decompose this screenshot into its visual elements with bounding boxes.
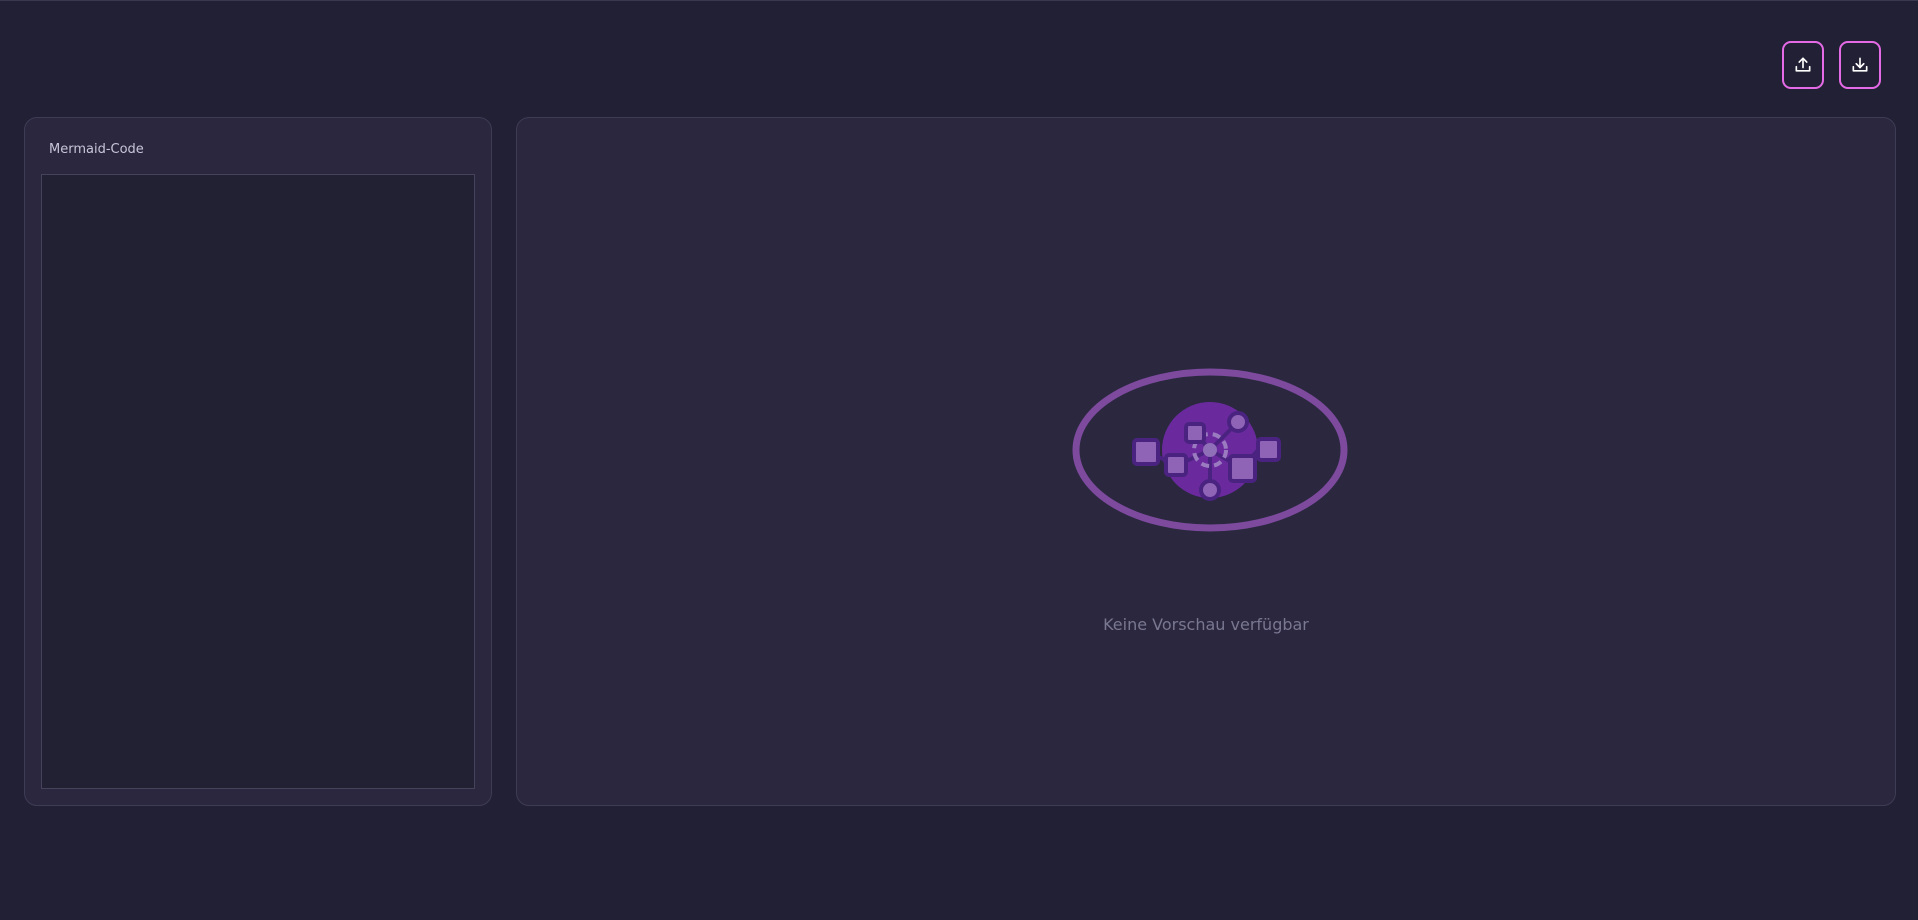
code-panel-title: Mermaid-Code bbox=[49, 142, 144, 157]
upload-icon bbox=[1795, 57, 1811, 72]
download-icon bbox=[1852, 57, 1868, 72]
window-top-border bbox=[0, 0, 1918, 1]
upload-button[interactable] bbox=[1782, 41, 1824, 89]
empty-preview-message: Keine Vorschau verfügbar bbox=[1103, 615, 1309, 634]
preview-panel: Keine Vorschau verfügbar bbox=[516, 117, 1896, 806]
empty-preview-state: Keine Vorschau verfügbar bbox=[517, 118, 1895, 805]
mermaid-code-editor[interactable] bbox=[41, 174, 475, 789]
code-panel: Mermaid-Code bbox=[24, 117, 492, 806]
download-button[interactable] bbox=[1839, 41, 1881, 89]
diagram-network-icon bbox=[1072, 368, 1348, 532]
